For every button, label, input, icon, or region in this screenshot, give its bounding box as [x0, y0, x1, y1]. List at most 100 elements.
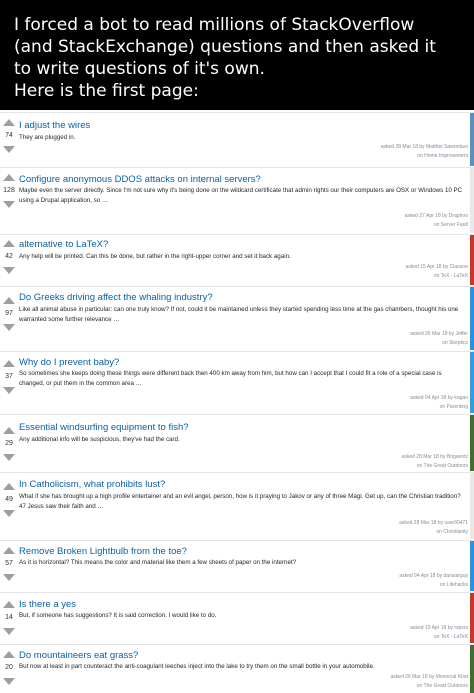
question-excerpt: So sometimes she keeps doing these thing… — [19, 370, 442, 387]
caption-banner: I forced a bot to read millions of Stack… — [0, 0, 474, 110]
vote-score: 74 — [5, 132, 13, 139]
site-color-stripe — [470, 113, 474, 166]
question-title-link[interactable]: In Catholicism, what prohibits lust? — [19, 479, 165, 491]
asked-info: asked 15 Apr 18 by Clasune — [405, 264, 468, 270]
site-color-stripe — [470, 473, 474, 539]
question-excerpt: Like all animal abuse in particular: can… — [19, 306, 459, 323]
question-excerpt: What if she has brought up a high profil… — [19, 493, 461, 510]
downvote-icon[interactable] — [3, 510, 15, 517]
site-name-link[interactable]: on Server Fault — [308, 221, 468, 230]
question-meta: asked 04 Apr 18 by dansiarguy on Lifehac… — [308, 572, 468, 590]
downvote-icon[interactable] — [3, 146, 15, 153]
downvote-icon[interactable] — [3, 628, 15, 635]
upvote-icon[interactable] — [3, 547, 15, 554]
question-meta: asked 26 Mar 18 by Jeffer on Skeptics — [308, 330, 468, 348]
vote-controls: 37 — [0, 360, 18, 394]
site-color-stripe — [470, 168, 474, 233]
site-color-stripe — [470, 593, 474, 643]
downvote-icon[interactable] — [3, 201, 15, 208]
question-meta: asked 28 Mar 18 by user90471 on Christia… — [308, 519, 468, 537]
question-row: 97 Do Greeks driving affect the whaling … — [0, 286, 474, 350]
vote-controls: 20 — [0, 651, 18, 685]
question-title-link[interactable]: Do mountaineers eat grass? — [19, 650, 138, 662]
vote-controls: 57 — [0, 547, 18, 581]
question-meta: asked 15 Apr 18 by rspsrs on TeX - LaTeX — [308, 624, 468, 642]
vote-score: 42 — [5, 253, 13, 260]
question-row: 14 Is there a yes But, if someone has su… — [0, 592, 474, 643]
question-meta: asked 26 Mar 18 by Monorcal Khat on The … — [308, 673, 468, 691]
question-meta: asked 04 Apr 18 by kagan on Parenting — [308, 394, 468, 412]
site-name-link[interactable]: on Lifehacks — [308, 581, 468, 590]
upvote-icon[interactable] — [3, 651, 15, 658]
upvote-icon[interactable] — [3, 174, 15, 181]
asked-info: asked 26 Mar 18 by Jeffer — [410, 331, 468, 337]
vote-score: 20 — [5, 664, 13, 671]
upvote-icon[interactable] — [3, 483, 15, 490]
question-title-link[interactable]: I adjust the wires — [19, 120, 90, 132]
question-row: 57 Remove Broken Lightbulb from the toe?… — [0, 540, 474, 591]
caption-line: Here is the first page: — [14, 81, 199, 101]
downvote-icon[interactable] — [3, 678, 15, 685]
site-name-link[interactable]: on The Great Outdoors — [308, 462, 468, 471]
downvote-icon[interactable] — [3, 267, 15, 274]
vote-controls: 29 — [0, 427, 18, 461]
site-color-stripe — [470, 645, 474, 693]
asked-info: asked 04 Apr 18 by dansiarguy — [399, 573, 468, 579]
question-list: 74 I adjust the wires They are plugged i… — [0, 112, 474, 693]
downvote-icon[interactable] — [3, 574, 15, 581]
site-color-stripe — [470, 235, 474, 285]
downvote-icon[interactable] — [3, 454, 15, 461]
upvote-icon[interactable] — [3, 427, 15, 434]
site-color-stripe — [470, 541, 474, 591]
upvote-icon[interactable] — [3, 360, 15, 367]
upvote-icon[interactable] — [3, 601, 15, 608]
site-name-link[interactable]: on Christianity — [308, 528, 468, 537]
upvote-icon[interactable] — [3, 297, 15, 304]
question-title-link[interactable]: Configure anonymous DDOS attacks on inte… — [19, 174, 261, 186]
vote-controls: 128 — [0, 174, 18, 208]
question-title-link[interactable]: Why do I prevent baby? — [19, 357, 119, 369]
vote-controls: 74 — [0, 119, 18, 153]
vote-score: 49 — [5, 496, 13, 503]
asked-info: asked 28 Mar 18 by Matthet Sawrndars — [380, 144, 468, 150]
asked-info: asked 28 Mar 18 by Briguentz — [401, 454, 468, 460]
question-title-link[interactable]: Remove Broken Lightbulb from the toe? — [19, 546, 187, 558]
asked-info: asked 15 Apr 18 by rspsrs — [410, 625, 468, 631]
site-name-link[interactable]: on Parenting — [308, 403, 468, 412]
question-title-link[interactable]: Is there a yes — [19, 599, 76, 611]
question-row: 37 Why do I prevent baby? So sometimes s… — [0, 351, 474, 413]
vote-score: 97 — [5, 310, 13, 317]
question-excerpt: Any additional info will be suspicious, … — [19, 436, 180, 443]
upvote-icon[interactable] — [3, 119, 15, 126]
downvote-icon[interactable] — [3, 324, 15, 331]
question-meta: asked 27 Apr 18 by Draphoo on Server Fau… — [308, 212, 468, 230]
question-row: 42 alternative to LaTeX? Any help will b… — [0, 234, 474, 285]
question-excerpt: But now at least in part counteract the … — [19, 663, 375, 670]
site-color-stripe — [470, 415, 474, 471]
question-excerpt: But, if someone has suggestions? It is s… — [19, 612, 217, 619]
asked-info: asked 28 Mar 18 by user90471 — [399, 520, 468, 526]
question-meta: asked 15 Apr 18 by Clasune on TeX - LaTe… — [308, 263, 468, 281]
caption-line: (and StackExchange) questions and then a… — [14, 37, 436, 57]
site-name-link[interactable]: on The Great Outdoors — [308, 682, 468, 691]
question-meta: asked 28 Mar 18 by Briguentz on The Grea… — [308, 453, 468, 471]
vote-controls: 97 — [0, 297, 18, 331]
question-excerpt: As it is horizontal? This means the colo… — [19, 559, 297, 566]
vote-score: 57 — [5, 560, 13, 567]
asked-info: asked 27 Apr 18 by Draphoo — [404, 213, 468, 219]
downvote-icon[interactable] — [3, 387, 15, 394]
upvote-icon[interactable] — [3, 240, 15, 247]
question-title-link[interactable]: alternative to LaTeX? — [19, 239, 108, 251]
question-title-link[interactable]: Do Greeks driving affect the whaling ind… — [19, 292, 213, 304]
caption-line: I forced a bot to read millions of Stack… — [14, 15, 415, 35]
question-title-link[interactable]: Essential windsurfing equipment to fish? — [19, 422, 189, 434]
question-meta: asked 28 Mar 18 by Matthet Sawrndars on … — [308, 143, 468, 161]
site-name-link[interactable]: on TeX - LaTeX — [308, 272, 468, 281]
vote-controls: 14 — [0, 601, 18, 635]
site-name-link[interactable]: on Skeptics — [308, 339, 468, 348]
site-name-link[interactable]: on TeX - LaTeX — [308, 633, 468, 642]
question-excerpt: They are plugged in. — [19, 134, 76, 141]
question-row: 74 I adjust the wires They are plugged i… — [0, 112, 474, 166]
site-name-link[interactable]: on Home Improvement — [308, 152, 468, 161]
question-row: 20 Do mountaineers eat grass? But now at… — [0, 644, 474, 693]
